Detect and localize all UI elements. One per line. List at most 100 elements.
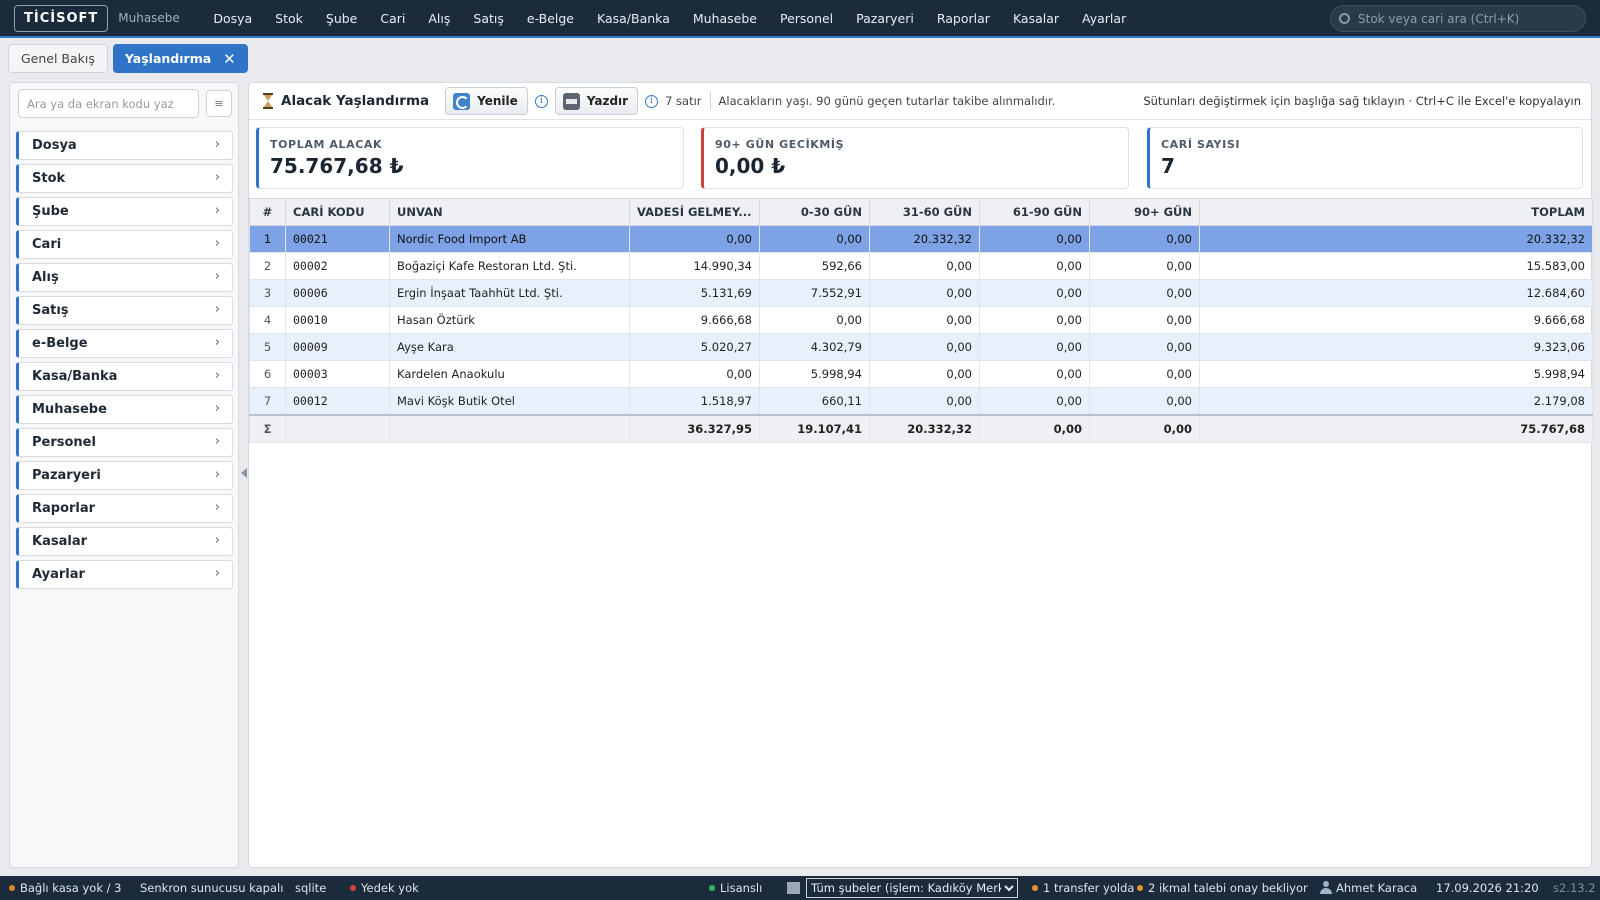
chevron-right-icon: › <box>214 533 220 548</box>
menu-pazaryeri[interactable]: Pazaryeri <box>845 11 926 26</box>
tab-yaslandirma[interactable]: Yaşlandırma ✕ <box>112 44 248 73</box>
sidebar-item-cari[interactable]: Cari › <box>16 230 233 259</box>
status-user[interactable]: Ahmet Karaca <box>1336 881 1417 895</box>
info-icon[interactable]: i <box>645 94 659 108</box>
sidebar-search-input[interactable] <box>18 89 199 118</box>
building-icon <box>787 882 800 894</box>
chevron-right-icon: › <box>214 137 220 152</box>
cell-90-plus: 0,00 <box>1089 360 1200 388</box>
menu-personel[interactable]: Personel <box>768 11 844 26</box>
menu-satis[interactable]: Satış <box>462 11 515 26</box>
cell-code: 00003 <box>285 360 390 388</box>
list-menu-icon[interactable]: ≡ <box>206 90 232 117</box>
tab-label: Genel Bakış <box>21 51 95 66</box>
sidebar-item-pazaryeri[interactable]: Pazaryeri › <box>16 461 233 490</box>
sidebar-item-kasalar[interactable]: Kasalar › <box>16 527 233 556</box>
status-requests[interactable]: 2 ikmal talebi onay bekliyor <box>1137 881 1308 895</box>
cell-90-plus: 0,00 <box>1089 387 1200 415</box>
close-icon[interactable]: ✕ <box>223 50 236 68</box>
cell-31-60: 0,00 <box>869 360 980 388</box>
info-icon[interactable]: i <box>534 94 548 108</box>
report-note: Alacakların yaşı. 90 günü geçen tutarlar… <box>718 94 1056 108</box>
col-header-title[interactable]: UNVAN <box>389 198 630 226</box>
table-row[interactable]: 5 00009 Ayşe Kara 5.020,27 4.302,79 0,00… <box>249 333 1593 361</box>
global-search[interactable] <box>1330 5 1586 32</box>
branch-select[interactable]: Tüm şubeler (işlem: Kadıköy Merkez) <box>806 878 1018 898</box>
col-header-not-due[interactable]: VADESİ GELMEY... <box>629 198 760 226</box>
cell-0-30: 0,00 <box>759 306 870 334</box>
cell-total: 9.323,06 <box>1199 333 1593 361</box>
menu-kasalar[interactable]: Kasalar <box>1001 11 1070 26</box>
cell-90-plus: 0,00 <box>1089 225 1200 253</box>
sidebar-list: Dosya › Stok › Şube › Cari › Alış › Satış › e-… <box>16 131 233 593</box>
sidebar-item-label: Kasalar <box>32 534 87 549</box>
chevron-right-icon: › <box>214 467 220 482</box>
main-menu: Dosya Stok Şube Cari Alış Satış e-Belge … <box>202 11 1138 26</box>
sidebar-item-personel[interactable]: Personel › <box>16 428 233 457</box>
menu-dosya[interactable]: Dosya <box>202 11 264 26</box>
sidebar-item-label: Dosya <box>32 138 77 153</box>
col-header-61-90[interactable]: 61-90 GÜN <box>979 198 1090 226</box>
menu-raporlar[interactable]: Raporlar <box>925 11 1001 26</box>
cell-code: 00002 <box>285 252 390 280</box>
menu-stok[interactable]: Stok <box>264 11 315 26</box>
col-header-31-60[interactable]: 31-60 GÜN <box>869 198 980 226</box>
global-search-input[interactable] <box>1358 11 1578 26</box>
sidebar-item-kasa-banka[interactable]: Kasa/Banka › <box>16 362 233 391</box>
status-transfer[interactable]: 1 transfer yolda <box>1032 881 1134 895</box>
menu-muhasebe[interactable]: Muhasebe <box>681 11 768 26</box>
menu-ayarlar[interactable]: Ayarlar <box>1071 11 1138 26</box>
table-row[interactable]: 4 00010 Hasan Öztürk 9.666,68 0,00 0,00 … <box>249 306 1593 334</box>
sidebar: ≡ Dosya › Stok › Şube › Cari › Alış › Satış › … <box>9 82 239 868</box>
report-title: Alacak Yaşlandırma <box>281 93 430 109</box>
cell-0-30: 660,11 <box>759 387 870 415</box>
table-row[interactable]: 3 00006 Ergin İnşaat Taahhüt Ltd. Şti. 5… <box>249 279 1593 307</box>
status-license-label: Lisanslı <box>720 881 763 895</box>
col-header-index[interactable]: # <box>249 198 286 226</box>
sidebar-item-muhasebe[interactable]: Muhasebe › <box>16 395 233 424</box>
collapse-sidebar-icon[interactable] <box>241 468 247 478</box>
tab-genel-bakis[interactable]: Genel Bakış <box>8 44 108 73</box>
table-row[interactable]: 7 00012 Mavi Köşk Butik Otel 1.518,97 66… <box>249 387 1593 415</box>
cell-index: 1 <box>249 225 286 253</box>
menu-alis[interactable]: Alış <box>417 11 462 26</box>
sidebar-item-alis[interactable]: Alış › <box>16 263 233 292</box>
chevron-right-icon: › <box>214 236 220 251</box>
table-row[interactable]: 6 00003 Kardelen Anaokulu 0,00 5.998,94 … <box>249 360 1593 388</box>
cell-not-due: 9.666,68 <box>629 306 760 334</box>
cell-61-90: 0,00 <box>979 225 1090 253</box>
cell-0-30: 0,00 <box>759 225 870 253</box>
cell-title: Ayşe Kara <box>389 333 630 361</box>
col-header-0-30[interactable]: 0-30 GÜN <box>759 198 870 226</box>
refresh-icon <box>453 92 471 110</box>
table-header-row: # CARİ KODU UNVAN VADESİ GELMEY... 0-30 … <box>249 198 1593 226</box>
sidebar-item-stok[interactable]: Stok › <box>16 164 233 193</box>
aging-table: # CARİ KODU UNVAN VADESİ GELMEY... 0-30 … <box>249 198 1593 443</box>
table-row[interactable]: 1 00021 Nordic Food Import AB 0,00 0,00 … <box>249 225 1593 253</box>
print-button[interactable]: Yazdır <box>554 87 639 115</box>
menu-e-belge[interactable]: e-Belge <box>515 11 585 26</box>
sidebar-item-satis[interactable]: Satış › <box>16 296 233 325</box>
cell-not-due: 0,00 <box>629 360 760 388</box>
menu-cari[interactable]: Cari <box>369 11 417 26</box>
sidebar-item-ayarlar[interactable]: Ayarlar › <box>16 560 233 589</box>
refresh-button[interactable]: Yenile <box>445 87 528 115</box>
col-header-code[interactable]: CARİ KODU <box>285 198 390 226</box>
cell-31-60: 0,00 <box>869 279 980 307</box>
col-header-90-plus[interactable]: 90+ GÜN <box>1089 198 1200 226</box>
menu-kasa-banka[interactable]: Kasa/Banka <box>586 11 682 26</box>
status-bar: Bağlı kasa yok / 3 Senkron sunucusu kapa… <box>0 876 1600 900</box>
card-value: 75.767,68 ₺ <box>270 154 404 178</box>
col-header-total[interactable]: TOPLAM <box>1199 198 1593 226</box>
menu-sube[interactable]: Şube <box>314 11 368 26</box>
cell-90-plus: 0,00 <box>1089 306 1200 334</box>
app-logo[interactable]: TİCİSOFT <box>14 4 109 32</box>
sidebar-item-dosya[interactable]: Dosya › <box>16 131 233 160</box>
sidebar-item-raporlar[interactable]: Raporlar › <box>16 494 233 523</box>
sidebar-item-e-belge[interactable]: e-Belge › <box>16 329 233 358</box>
table-row[interactable]: 2 00002 Boğaziçi Kafe Restoran Ltd. Şti.… <box>249 252 1593 280</box>
cell-code: 00012 <box>285 387 390 415</box>
cell-index: 6 <box>249 360 286 388</box>
hourglass-icon <box>263 93 273 109</box>
sidebar-item-sube[interactable]: Şube › <box>16 197 233 226</box>
